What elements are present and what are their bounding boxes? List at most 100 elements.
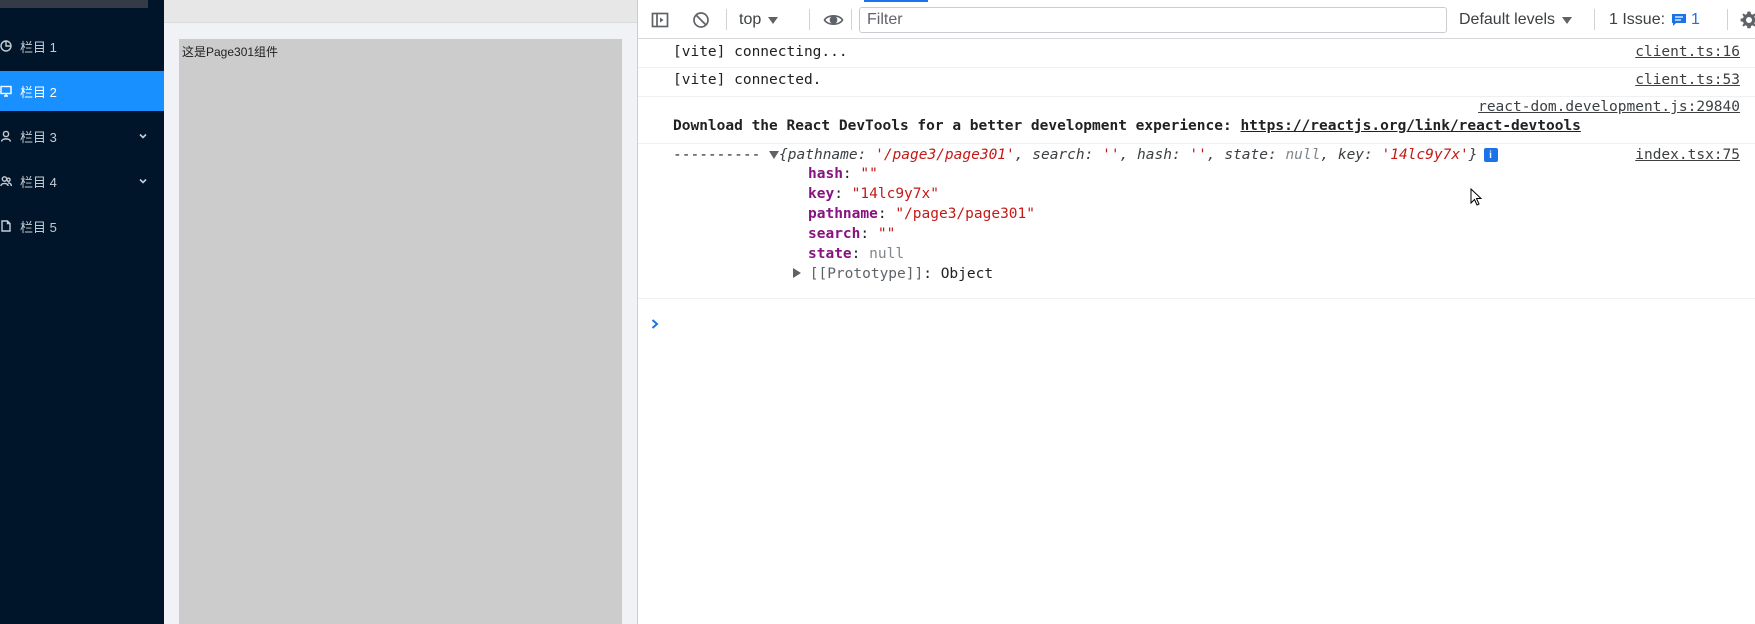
toolbar-divider bbox=[809, 9, 810, 30]
console-output: [vite] connecting... client.ts:16 [vite]… bbox=[638, 40, 1755, 624]
log-prefix: ---------- bbox=[673, 147, 761, 163]
console-prompt[interactable] bbox=[650, 318, 662, 332]
property-value: "" bbox=[860, 166, 878, 182]
sidebar-item-label: 栏目 1 bbox=[20, 39, 57, 55]
prototype-value: : Object bbox=[923, 266, 994, 282]
source-link[interactable]: client.ts:53 bbox=[1635, 72, 1740, 88]
pie-chart-icon bbox=[0, 40, 12, 52]
issues-count: 1 bbox=[1691, 11, 1700, 28]
toolbar-divider bbox=[1594, 9, 1595, 30]
prototype-row[interactable]: [[Prototype]]: Object bbox=[793, 266, 993, 282]
object-property: hash: "" bbox=[808, 166, 878, 182]
property-value: null bbox=[869, 246, 905, 262]
object-property: pathname: "/page3/page301" bbox=[808, 206, 1035, 222]
console-message: react-dom.development.js:29840 Download … bbox=[638, 97, 1755, 144]
filter-input[interactable] bbox=[859, 7, 1447, 33]
sidebar-item-label: 栏目 2 bbox=[20, 84, 57, 100]
app-content: 这是Page301组件 bbox=[164, 0, 638, 624]
console-message: [vite] connecting... client.ts:16 bbox=[638, 40, 1755, 68]
caret-down-icon bbox=[1562, 16, 1573, 24]
console-message-text: [vite] connecting... bbox=[673, 44, 848, 60]
chevron-down-icon bbox=[138, 131, 148, 141]
console-settings-button[interactable] bbox=[1740, 9, 1755, 31]
sidebar-item-3[interactable]: 栏目 3 bbox=[0, 116, 164, 156]
property-value: "" bbox=[877, 226, 896, 242]
console-message-text: Download the React DevTools for a better… bbox=[673, 118, 1581, 134]
page-panel: 这是Page301组件 bbox=[179, 39, 622, 624]
property-key: pathname bbox=[808, 206, 878, 222]
sidebar-item-4[interactable]: 栏目 4 bbox=[0, 161, 164, 201]
preview-value: null bbox=[1285, 147, 1321, 163]
source-link[interactable]: client.ts:16 bbox=[1635, 44, 1740, 60]
sidebar-toggle-icon bbox=[651, 12, 669, 28]
object-property: state: null bbox=[808, 246, 905, 262]
object-log-line: ---------- {pathname: '/page3/page301', … bbox=[673, 147, 1498, 163]
console-toolbar: top Default levels 1 Issue: 1 bbox=[638, 0, 1755, 39]
mouse-pointer-icon bbox=[1470, 188, 1483, 206]
property-key: state bbox=[808, 246, 852, 262]
source-link[interactable]: react-dom.development.js:29840 bbox=[1478, 99, 1740, 115]
property-value: "14lc9y7x" bbox=[851, 186, 939, 202]
preview-brace: { bbox=[779, 147, 788, 163]
show-sidebar-button[interactable] bbox=[649, 9, 671, 31]
preview-value: '' bbox=[1102, 147, 1120, 163]
log-levels-label: Default levels bbox=[1459, 11, 1556, 28]
toolbar-divider bbox=[851, 9, 852, 30]
property-value: "/page3/page301" bbox=[895, 206, 1035, 222]
sidebar-item-2[interactable]: 栏目 2 bbox=[0, 71, 164, 111]
preview-value: '14lc9y7x' bbox=[1381, 147, 1469, 163]
console-message: [vite] connected. client.ts:53 bbox=[638, 68, 1755, 97]
issue-message-icon bbox=[1672, 14, 1687, 26]
eye-icon bbox=[823, 15, 843, 25]
log-levels-selector[interactable]: Default levels bbox=[1459, 9, 1573, 31]
file-icon bbox=[0, 220, 12, 232]
context-label: top bbox=[739, 11, 762, 28]
sidebar-item-label: 栏目 4 bbox=[20, 174, 57, 190]
object-preview[interactable]: {pathname: '/page3/page301', search: '',… bbox=[779, 147, 1477, 163]
expand-triangle-icon[interactable] bbox=[769, 151, 780, 159]
property-key: search bbox=[808, 226, 861, 242]
active-tab-indicator bbox=[864, 0, 928, 2]
issues-label: 1 Issue: bbox=[1609, 11, 1666, 28]
preview-key: , state: bbox=[1206, 147, 1286, 163]
console-message-text: [vite] connected. bbox=[673, 72, 822, 88]
desktop-icon bbox=[0, 85, 12, 97]
property-key: key bbox=[808, 186, 835, 202]
gear-icon bbox=[1740, 11, 1755, 29]
object-property: search: "" bbox=[808, 226, 896, 242]
source-link[interactable]: index.tsx:75 bbox=[1635, 147, 1740, 163]
toolbar-divider bbox=[726, 9, 727, 30]
preview-key: pathname: bbox=[787, 147, 876, 163]
caret-down-icon bbox=[768, 16, 779, 24]
issues-button[interactable]: 1 Issue: 1 bbox=[1609, 9, 1700, 31]
page-component-text: 这是Page301组件 bbox=[182, 45, 279, 59]
user-icon bbox=[0, 130, 12, 142]
app-header bbox=[164, 0, 638, 23]
info-icon[interactable]: i bbox=[1483, 148, 1498, 162]
expand-triangle-icon[interactable] bbox=[793, 268, 801, 278]
property-key: hash bbox=[808, 166, 843, 182]
react-devtools-link[interactable]: https://reactjs.org/link/react-devtools bbox=[1240, 118, 1580, 134]
sidebar-item-label: 栏目 5 bbox=[20, 219, 57, 235]
prototype-label: [[Prototype]] bbox=[809, 266, 924, 282]
preview-value: '/page3/page301' bbox=[875, 147, 1015, 163]
clear-console-button[interactable] bbox=[690, 9, 712, 31]
sidebar-item-label: 栏目 3 bbox=[20, 129, 57, 145]
chevron-down-icon bbox=[138, 176, 148, 186]
clear-icon bbox=[693, 12, 709, 28]
preview-key: , hash: bbox=[1119, 147, 1190, 163]
chevron-right-icon bbox=[651, 319, 659, 329]
preview-key: , search: bbox=[1014, 147, 1103, 163]
devtools-hint-text: Download the React DevTools for a better… bbox=[673, 118, 1241, 134]
logo-bar bbox=[0, 0, 148, 8]
sidebar-item-1[interactable]: 栏目 1 bbox=[0, 26, 164, 66]
sidebar: 栏目 1 栏目 2 栏目 3 栏目 4 栏目 5 bbox=[0, 0, 164, 624]
team-icon bbox=[0, 175, 12, 187]
toolbar-divider bbox=[1727, 9, 1728, 30]
sidebar-item-5[interactable]: 栏目 5 bbox=[0, 206, 164, 246]
live-expression-button[interactable] bbox=[822, 9, 844, 31]
object-property: key: "14lc9y7x" bbox=[808, 186, 939, 202]
context-selector[interactable]: top bbox=[739, 9, 779, 31]
preview-brace: } bbox=[1468, 147, 1478, 163]
console-object-message: index.tsx:75 ---------- {pathname: '/pag… bbox=[638, 144, 1755, 299]
